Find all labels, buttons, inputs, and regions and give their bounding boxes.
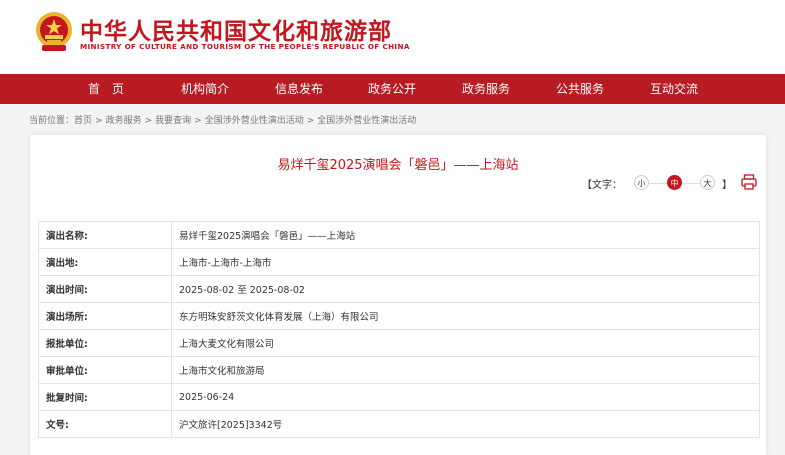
site-title-cn[interactable]: 中华人民共和国文化和旅游部 [80, 12, 392, 46]
breadcrumb-foreign-performance[interactable]: 全国涉外营业性演出活动 [205, 116, 304, 126]
breadcrumb-query[interactable]: 我要查询 [155, 116, 191, 126]
nav-item-interaction[interactable]: 互动交流 [650, 74, 698, 104]
table-row: 演出名称: 易烊千玺2025演唱会「磐邑」——上海站 [38, 221, 760, 249]
field-label: 演出场所: [38, 302, 172, 330]
field-value: 沪文旅许[2025]3342号 [171, 410, 760, 438]
field-label: 报批单位: [38, 329, 172, 357]
field-value: 2025-08-02 至 2025-08-02 [171, 275, 760, 303]
table-row: 审批单位: 上海市文化和旅游局 [38, 356, 760, 384]
field-label: 演出地: [38, 248, 172, 276]
print-icon[interactable] [740, 173, 758, 191]
font-size-medium-button[interactable]: 中 [667, 175, 682, 190]
font-size-track [682, 183, 700, 184]
field-value: 上海市文化和旅游局 [171, 356, 760, 384]
nav-item-news[interactable]: 信息发布 [275, 74, 323, 104]
field-label: 演出名称: [38, 221, 172, 249]
field-value: 东方明珠安舒茨文化体育发展（上海）有限公司 [171, 302, 760, 330]
nav-item-gov-service[interactable]: 政务服务 [462, 74, 510, 104]
font-size-label: 【文字： [582, 180, 622, 191]
field-label: 文号: [38, 410, 172, 438]
field-value: 易烊千玺2025演唱会「磐邑」——上海站 [171, 221, 760, 249]
field-value: 上海大麦文化有限公司 [171, 329, 760, 357]
breadcrumb-current[interactable]: 全国涉外营业性演出活动 [317, 116, 416, 126]
site-title-en: MINISTRY OF CULTURE AND TOURISM OF THE P… [80, 42, 410, 51]
font-size-bracket: 】 [722, 180, 732, 191]
field-label: 演出时间: [38, 275, 172, 303]
field-label: 审批单位: [38, 356, 172, 384]
breadcrumb-separator: > [95, 116, 103, 126]
font-size-large-button[interactable]: 大 [700, 175, 715, 190]
field-label: 批复时间: [38, 383, 172, 411]
nav-item-gov-open[interactable]: 政务公开 [368, 74, 416, 104]
table-row: 演出地: 上海市-上海市-上海市 [38, 248, 760, 276]
field-value: 2025-06-24 [171, 383, 760, 411]
breadcrumb-separator: > [306, 116, 315, 126]
breadcrumb-separator: > [194, 116, 202, 126]
breadcrumb-gov-service[interactable]: 政务服务 [106, 116, 142, 126]
breadcrumb-separator: > [144, 116, 153, 126]
table-row: 演出场所: 东方明珠安舒茨文化体育发展（上海）有限公司 [38, 302, 760, 330]
table-row: 演出时间: 2025-08-02 至 2025-08-02 [38, 275, 760, 303]
font-size-small-button[interactable]: 小 [634, 175, 649, 190]
performance-details-table: 演出名称: 易烊千玺2025演唱会「磐邑」——上海站 演出地: 上海市-上海市-… [38, 221, 760, 438]
table-row: 批复时间: 2025-06-24 [38, 383, 760, 411]
font-size-track [649, 183, 667, 184]
site-header: 中华人民共和国文化和旅游部 MINISTRY OF CULTURE AND TO… [0, 0, 785, 74]
table-row: 文号: 沪文旅许[2025]3342号 [38, 410, 760, 438]
nav-item-home[interactable]: 首 页 [88, 74, 124, 104]
breadcrumb-prefix: 当前位置： [29, 116, 75, 126]
content-card: 易烊千玺2025演唱会「磐邑」——上海站 【文字： 小 中 大 】 演出名称: … [30, 135, 766, 455]
main-nav: 首 页 机构简介 信息发布 政务公开 政务服务 公共服务 互动交流 [0, 74, 785, 104]
national-emblem-icon[interactable] [34, 10, 74, 54]
table-row: 报批单位: 上海大麦文化有限公司 [38, 329, 760, 357]
article-title: 易烊千玺2025演唱会「磐邑」——上海站 [277, 158, 519, 173]
breadcrumb-home[interactable]: 首页 [74, 116, 92, 126]
nav-item-about[interactable]: 机构简介 [181, 74, 229, 104]
field-value: 上海市-上海市-上海市 [171, 248, 760, 276]
breadcrumb: 当前位置：首页 > 政务服务 > 我要查询 > 全国涉外营业性演出活动 > 全国涉外营业性演出活… [29, 113, 416, 126]
nav-item-public-service[interactable]: 公共服务 [556, 74, 604, 104]
